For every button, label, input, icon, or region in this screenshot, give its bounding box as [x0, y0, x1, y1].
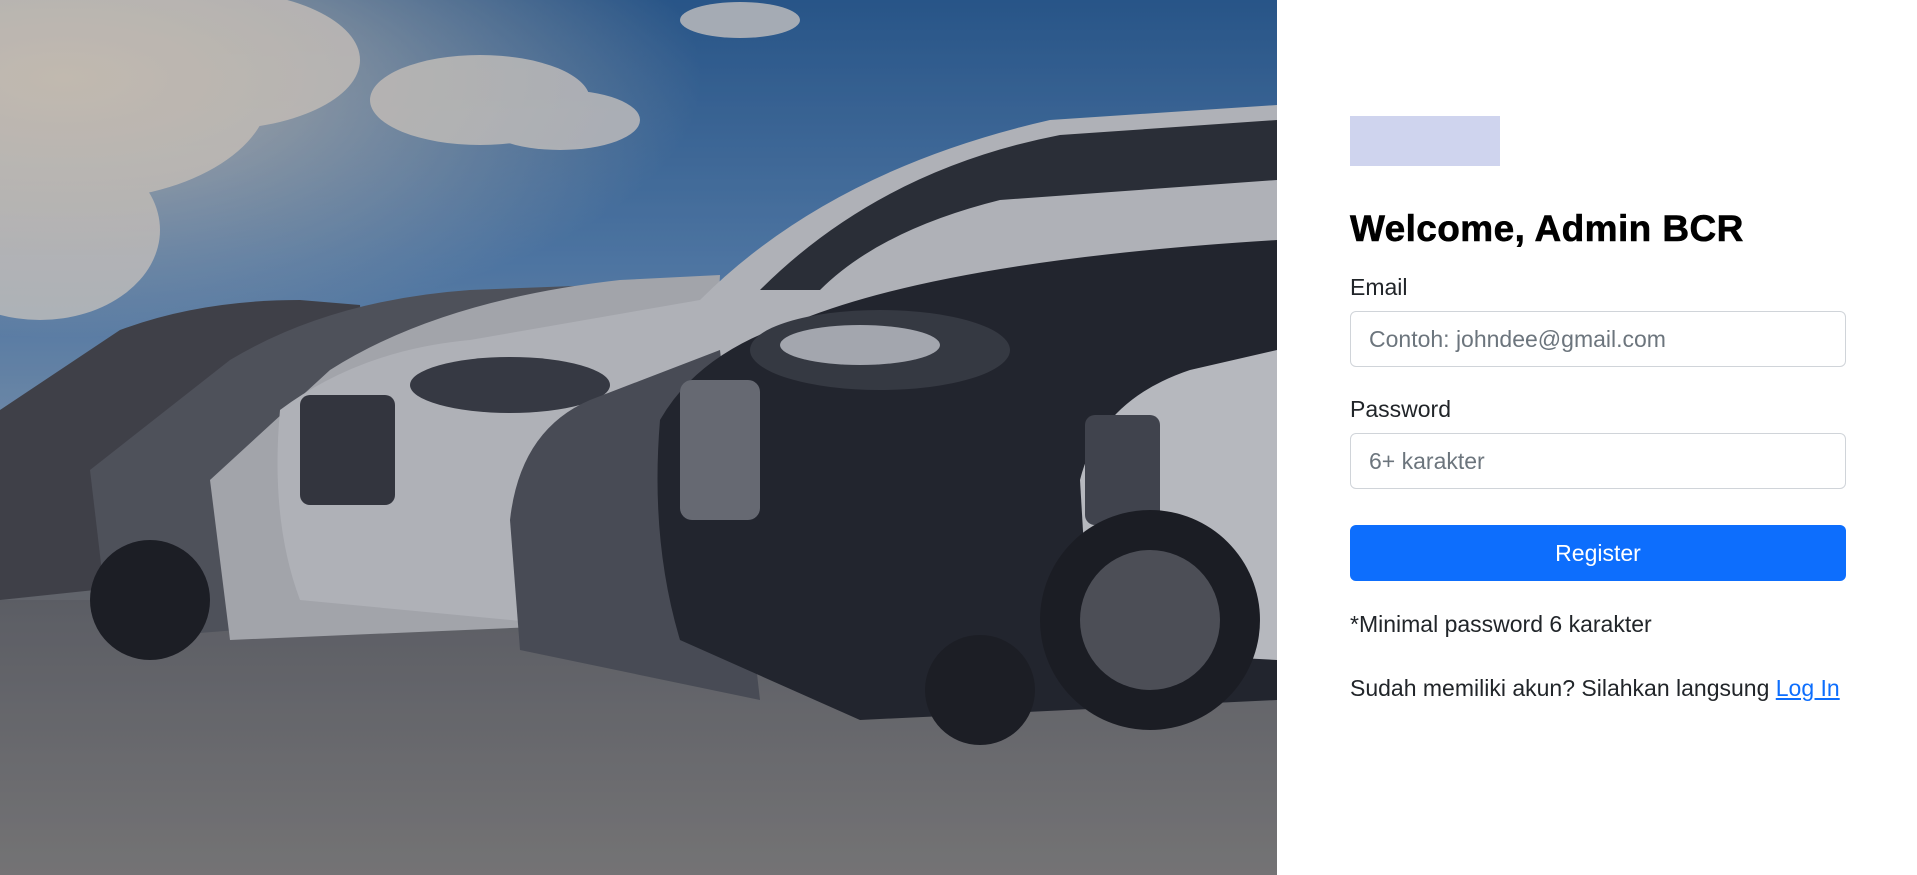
email-label: Email — [1350, 274, 1408, 300]
page-title: Welcome, Admin BCR — [1350, 208, 1744, 250]
password-hint: *Minimal password 6 karakter — [1350, 611, 1652, 637]
login-prompt: Sudah memiliki akun? Silahkan langsung L… — [1350, 670, 1850, 706]
password-label: Password — [1350, 396, 1451, 422]
register-button[interactable]: Register — [1350, 525, 1846, 581]
car-lot-illustration — [0, 0, 1277, 875]
register-panel: Welcome, Admin BCR Email Password Regist… — [1277, 0, 1917, 875]
email-field[interactable] — [1350, 311, 1846, 367]
hero-car-image — [0, 0, 1277, 875]
logo-placeholder — [1350, 116, 1500, 166]
password-field[interactable] — [1350, 433, 1846, 489]
login-link[interactable]: Log In — [1776, 675, 1840, 701]
register-page: Welcome, Admin BCR Email Password Regist… — [0, 0, 1917, 875]
login-prompt-text: Sudah memiliki akun? Silahkan langsung — [1350, 675, 1776, 701]
